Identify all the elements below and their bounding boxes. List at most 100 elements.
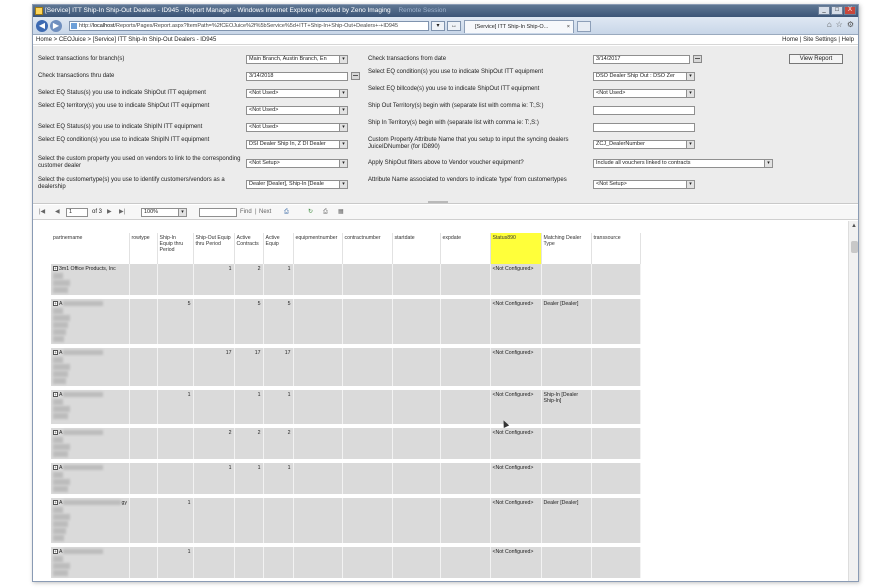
left-param-select-3[interactable]: <Not Used> ▾ [246, 106, 348, 115]
expand-toggle-icon[interactable]: + [53, 301, 58, 307]
column-header-active-equip: Active Equip [263, 233, 294, 264]
find-link[interactable]: Find [240, 208, 252, 217]
shipin-cell [157, 461, 194, 498]
partner-name[interactable]: A [59, 301, 62, 307]
parameters-splitter-handle[interactable] [428, 201, 448, 203]
refresh-icon[interactable]: ↻ [308, 208, 313, 217]
chevron-down-icon[interactable]: ▾ [686, 141, 694, 148]
left-param-label-6: Select the custom property you used on v… [38, 156, 241, 169]
find-next-link[interactable]: Next [259, 208, 271, 217]
partner-name[interactable]: A [59, 465, 62, 471]
tab-close-icon[interactable]: × [567, 21, 570, 33]
expand-toggle-icon[interactable]: + [53, 430, 58, 436]
url-field[interactable]: http://localhost/Reports/Pages/Report.as… [69, 21, 429, 31]
minimize-button[interactable]: _ [818, 6, 830, 15]
rowtype-cell [129, 426, 158, 463]
shipin-cell: 1 [157, 388, 194, 428]
left-param-select-2[interactable]: <Not Used> ▾ [246, 89, 348, 98]
partner-name[interactable]: A [59, 392, 62, 398]
forward-button[interactable]: ▶ [50, 20, 62, 32]
partner-name[interactable]: A [59, 500, 62, 506]
expand-toggle-icon[interactable]: + [53, 266, 58, 272]
maximize-button[interactable]: □ [831, 6, 843, 15]
expand-toggle-icon[interactable]: + [53, 500, 58, 506]
first-page-button[interactable]: |◀ [39, 208, 45, 217]
compatibility-refresh-button[interactable]: ↔ [447, 21, 461, 31]
scrollbar-thumb[interactable] [851, 241, 858, 253]
calendar-icon[interactable] [693, 55, 702, 63]
chevron-down-icon[interactable]: ▾ [339, 56, 347, 63]
left-param-select-0[interactable]: Main Branch, Austin Branch, En ▾ [246, 55, 348, 64]
startdate-cell [392, 388, 441, 428]
close-window-button[interactable]: X [844, 6, 856, 15]
previous-page-button[interactable]: ◀ [55, 208, 60, 217]
chevron-down-icon[interactable]: ▾ [339, 90, 347, 97]
export-icon[interactable]: ⎙ [284, 208, 289, 217]
partner-name[interactable]: A [59, 350, 62, 356]
shipin-cell: 1 [157, 496, 194, 547]
back-button[interactable]: ◀ [36, 20, 48, 32]
chevron-down-icon[interactable]: ▾ [339, 181, 347, 188]
page-number-input[interactable]: 1 [66, 208, 88, 217]
expand-toggle-icon[interactable]: + [53, 549, 58, 555]
right-param-text-input-3[interactable] [593, 106, 695, 115]
chevron-down-icon[interactable]: ▾ [686, 90, 694, 97]
settings-gear-icon[interactable]: ⚙ [847, 20, 854, 29]
partner-name[interactable]: A [59, 549, 62, 555]
print-layout-icon[interactable]: ▦ [338, 208, 344, 217]
right-param-select-5[interactable]: ZCJ_DealerNumber ▾ [593, 140, 695, 149]
report-parameters-panel: Select transactions for branch(s) Main Br… [33, 46, 858, 204]
left-param-select-7[interactable]: Dealer [Dealer], Ship-In [Deale ▾ [246, 180, 348, 189]
param-value: 3/14/2018 [249, 73, 274, 79]
left-param-date-input-1[interactable]: 3/14/2018 [246, 72, 348, 81]
report-scrollbar[interactable]: ▲ [848, 221, 858, 581]
left-param-select-6[interactable]: <Not Setup> ▾ [246, 159, 348, 168]
table-row: + A 1 <Not Configured> [51, 545, 641, 581]
search-dropdown-button[interactable]: ▾ [431, 21, 445, 31]
find-input[interactable] [199, 208, 237, 217]
partner-name-cell: +A [51, 461, 130, 498]
calendar-icon[interactable] [351, 72, 360, 80]
print-icon[interactable]: ⎙ [323, 208, 328, 217]
scroll-up-icon[interactable]: ▲ [851, 223, 857, 229]
new-tab-button[interactable] [577, 21, 591, 32]
home-icon[interactable]: ⌂ [827, 20, 832, 29]
param-value: <Not Used> [249, 107, 279, 113]
partner-name-cell: + Agy [51, 496, 130, 547]
left-param-select-4[interactable]: <Not Used> ▾ [246, 123, 348, 132]
column-header-active-contracts: Active Contracts [234, 233, 264, 264]
last-page-button[interactable]: ▶| [119, 208, 125, 217]
chevron-down-icon[interactable]: ▾ [686, 73, 694, 80]
chevron-down-icon[interactable]: ▾ [686, 181, 694, 188]
chevron-down-icon[interactable]: ▾ [339, 124, 347, 131]
expand-toggle-icon[interactable]: + [53, 465, 58, 471]
left-param-select-5[interactable]: DSI Dealer Ship In, Z DI Dealer ▾ [246, 140, 348, 149]
favorites-star-icon[interactable]: ☆ [836, 20, 843, 29]
chevron-down-icon[interactable]: ▾ [339, 107, 347, 114]
right-param-select-7[interactable]: <Not Setup> ▾ [593, 180, 695, 189]
right-param-text-input-4[interactable] [593, 123, 695, 132]
view-report-button[interactable]: View Report [789, 54, 843, 64]
chevron-down-icon[interactable]: ▾ [339, 160, 347, 167]
partner-name[interactable]: 3m1 Office Products, Inc [59, 266, 116, 272]
browser-tab[interactable]: [Service] ITT Ship-In Ship-O... × [464, 20, 574, 33]
status-cell: <Not Configured> [490, 426, 542, 463]
zoom-select[interactable]: 100% ▾ [141, 208, 187, 217]
next-page-button[interactable]: ▶ [107, 208, 112, 217]
report-toolbar: |◀ ◀ 1 of 3 ▶ ▶| 100% ▾ Find | Next ⎙ ↻ ⎙… [33, 205, 858, 220]
partner-name[interactable]: A [59, 430, 62, 436]
chevron-down-icon[interactable]: ▾ [339, 141, 347, 148]
right-param-date-input-0[interactable]: 3/14/2017 [593, 55, 690, 64]
chevron-down-icon: ▾ [178, 209, 186, 216]
breadcrumb[interactable]: Home > CEOJuice > [Service] ITT Ship-In … [36, 37, 216, 43]
equipmentnumber-cell [293, 580, 343, 581]
right-param-select-2[interactable]: <Not Used> ▾ [593, 89, 695, 98]
right-param-select-6[interactable]: Include all vouchers linked to contracts… [593, 159, 773, 168]
table-row: + Agy 1 <Not Configured> Dealer [Dealer] [51, 496, 641, 547]
right-param-select-1[interactable]: DSO Dealer Ship Out : DSO Zer ▾ [593, 72, 695, 81]
chevron-down-icon[interactable]: ▾ [764, 160, 772, 167]
expand-toggle-icon[interactable]: + [53, 350, 58, 356]
expand-toggle-icon[interactable]: + [53, 392, 58, 398]
report-table: partnername rowtype Ship-In Equip thru Per… [51, 233, 641, 581]
top-links[interactable]: Home | Site Settings | Help [782, 35, 854, 45]
